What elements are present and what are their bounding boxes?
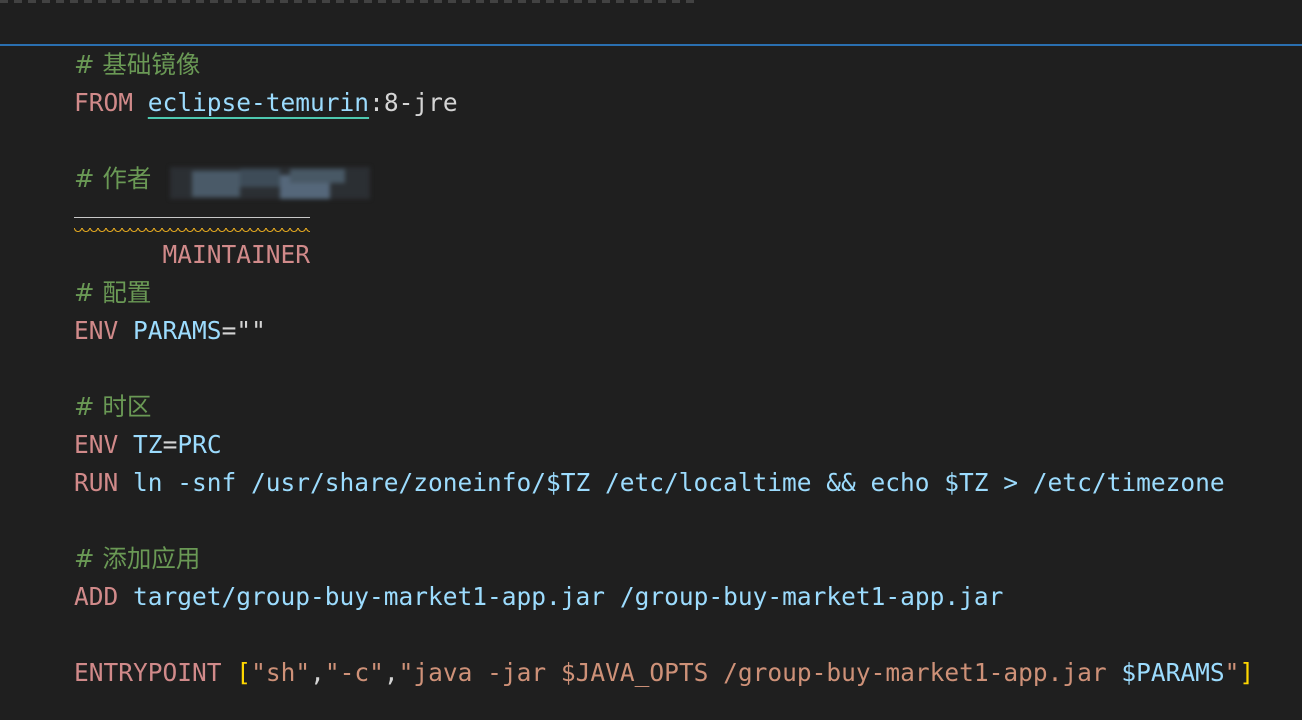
env-keyword: ENV — [74, 316, 119, 345]
from-keyword: FROM — [74, 88, 134, 117]
entrypoint-keyword: ENTRYPOINT — [74, 658, 222, 687]
run-command: ln -snf /usr/share/zoneinfo/$TZ /etc/loc… — [133, 468, 1225, 497]
run-line[interactable]: RUN ln -snf /usr/share/zoneinfo/$TZ /etc… — [15, 426, 1225, 497]
image-name-link[interactable]: eclipse-temurin — [148, 88, 369, 117]
close-bracket: ] — [1239, 658, 1255, 687]
comment-line-add-app[interactable]: # 添加应用 — [15, 502, 200, 573]
comment-line-author[interactable]: # 作者 — [15, 122, 151, 193]
comment-line-config[interactable]: # 配置 — [15, 236, 151, 307]
arg-separator: , — [310, 658, 325, 687]
add-source: target/group-buy-market1-app.jar — [133, 582, 606, 611]
maintainer-keyword: MAINTAINER — [162, 240, 311, 269]
redacted-author-blur — [170, 165, 370, 201]
comment-line-base-image[interactable]: # 基础镜像 — [15, 8, 200, 79]
env-var-name: PARAMS — [133, 316, 222, 345]
comment-line-timezone[interactable]: # 时区 — [15, 350, 151, 421]
from-line[interactable]: FROM eclipse-temurin:8-jre — [15, 46, 458, 117]
env-operator: = — [221, 316, 237, 345]
env-value: "" — [236, 316, 266, 345]
env-params-line[interactable]: ENV PARAMS="" — [15, 274, 266, 345]
add-destination: /group-buy-market1-app.jar — [619, 582, 1004, 611]
image-tag: :8-jre — [369, 88, 458, 117]
arg-separator: , — [383, 658, 399, 687]
entrypoint-arg-c: "-c" — [324, 658, 384, 687]
entrypoint-params-var: $PARAMS — [1121, 658, 1225, 687]
entrypoint-line[interactable]: ENTRYPOINT ["sh","-c","java -jar $JAVA_O… — [15, 616, 1254, 687]
strikethrough-mark — [74, 217, 311, 218]
add-keyword: ADD — [74, 582, 119, 611]
open-bracket: [ — [236, 658, 252, 687]
env-tz-line[interactable]: ENV TZ=PRC — [15, 388, 222, 459]
entrypoint-arg-sh: "sh" — [251, 658, 311, 687]
run-keyword: RUN — [74, 468, 119, 497]
code-editor[interactable]: # 基础镜像 FROM eclipse-temurin:8-jre # 作者 M… — [0, 0, 1302, 720]
entrypoint-arg-java: "java -jar $JAVA_OPTS /group-buy-market1… — [398, 658, 1122, 687]
warning-squiggle — [74, 228, 311, 234]
add-line[interactable]: ADD target/group-buy-market1-app.jar /gr… — [15, 540, 1003, 611]
entrypoint-arg-close-quote: " — [1224, 658, 1240, 687]
